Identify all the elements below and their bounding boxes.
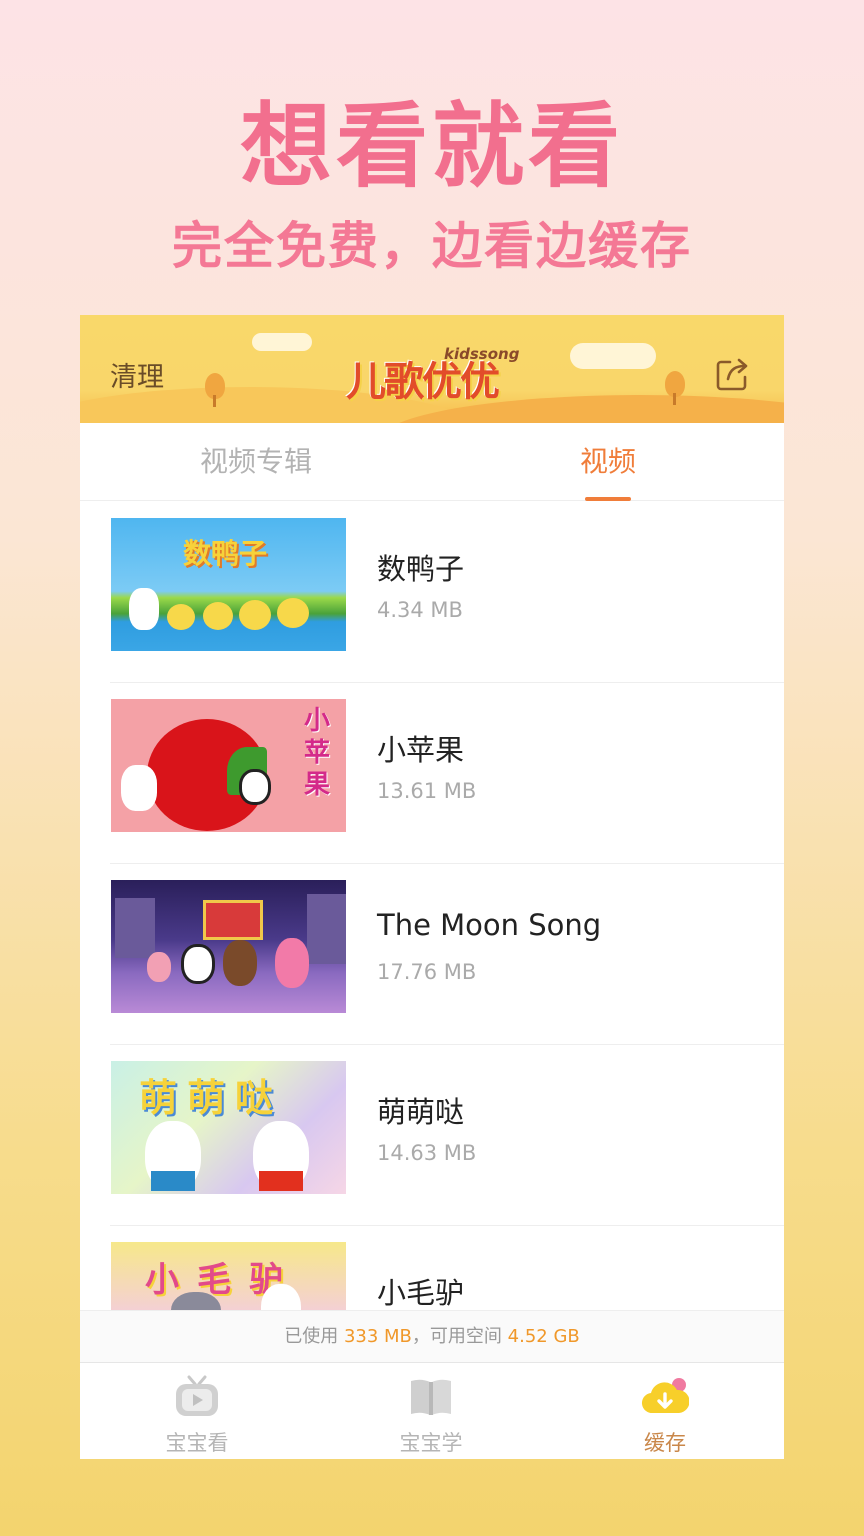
nav-cache[interactable]: 缓存 xyxy=(548,1363,782,1459)
storage-free: 4.52 GB xyxy=(507,1326,580,1347)
girl xyxy=(275,938,309,988)
video-size: 4.34 MB xyxy=(377,598,463,622)
header-tree-left-trunk xyxy=(213,395,216,407)
share-icon[interactable] xyxy=(714,355,752,393)
storage-prefix: 已使用 xyxy=(284,1326,344,1347)
tab-videos[interactable]: 视频 xyxy=(432,423,784,501)
header-cloud-left xyxy=(252,333,312,351)
video-size: 17.76 MB xyxy=(377,960,477,984)
panda xyxy=(181,944,215,984)
rabbit xyxy=(121,765,157,811)
video-title: 数鸭子 xyxy=(377,552,465,586)
list-item[interactable]: 小苹果 小苹果 13.61 MB xyxy=(80,683,784,864)
duck-2 xyxy=(203,602,233,630)
app-screen: 清理 儿歌优优 kidssong 视频专辑 视频 数鸭子 数鸭子 4.34 MB xyxy=(80,315,784,1459)
video-title: 小苹果 xyxy=(377,733,465,767)
nav-label: 宝宝学 xyxy=(399,1431,463,1455)
nav-baby-learn[interactable]: 宝宝学 xyxy=(314,1363,548,1459)
tv-icon xyxy=(176,1375,218,1416)
list-item[interactable]: 数鸭子 数鸭子 4.34 MB xyxy=(80,502,784,683)
video-thumbnail: 萌萌哒 xyxy=(111,1061,346,1194)
header-cloud-right xyxy=(570,343,656,369)
video-thumbnail xyxy=(111,880,346,1013)
rabbit xyxy=(129,588,159,630)
duck-1 xyxy=(167,604,195,630)
rabbit-left-shirt xyxy=(151,1171,195,1191)
panda xyxy=(239,769,271,805)
video-title: The Moon Song xyxy=(377,908,602,942)
stage xyxy=(203,900,263,940)
house-left xyxy=(115,898,155,958)
rabbit-right-dress xyxy=(259,1171,303,1191)
duck-3 xyxy=(239,600,271,630)
video-thumbnail: 小毛驴 xyxy=(111,1242,346,1310)
pig xyxy=(147,952,171,982)
list-item[interactable]: 萌萌哒 萌萌哒 14.63 MB xyxy=(80,1045,784,1226)
tab-active-indicator xyxy=(585,497,631,501)
video-title: 小毛驴 xyxy=(377,1276,465,1310)
promo-subtitle: 完全免费，边看边缓存 xyxy=(172,217,692,275)
video-list[interactable]: 数鸭子 数鸭子 4.34 MB 小苹果 小苹果 13.61 MB The Moo… xyxy=(80,502,784,1310)
download-icon xyxy=(642,1378,689,1414)
nav-label: 缓存 xyxy=(644,1431,686,1455)
list-item[interactable]: 小毛驴 小毛驴 xyxy=(80,1226,784,1310)
bottom-nav: 宝宝看 宝宝学 缓存 xyxy=(80,1362,784,1459)
nav-baby-watch[interactable]: 宝宝看 xyxy=(80,1363,314,1459)
house-right xyxy=(307,894,346,964)
video-thumbnail: 数鸭子 xyxy=(111,518,346,651)
header-tree-right-trunk xyxy=(673,393,676,405)
bear xyxy=(223,940,257,986)
video-size: 14.63 MB xyxy=(377,1141,477,1165)
video-thumbnail: 小苹果 xyxy=(111,699,346,832)
thumbnail-title: 数鸭子 xyxy=(183,537,268,570)
duck-4 xyxy=(277,598,309,628)
video-title: 萌萌哒 xyxy=(377,1095,465,1129)
thumbnail-title: 萌萌哒 xyxy=(139,1076,284,1120)
storage-info: 已使用 333 MB，可用空间 4.52 GB xyxy=(80,1310,784,1362)
clean-button[interactable]: 清理 xyxy=(110,355,164,394)
promo-title: 想看就看 xyxy=(239,93,624,200)
app-logo-sub: kidssong xyxy=(444,345,520,363)
tab-bar: 视频专辑 视频 xyxy=(80,423,784,501)
video-size: 13.61 MB xyxy=(377,779,477,803)
storage-middle: ，可用空间 xyxy=(411,1326,508,1347)
book-icon xyxy=(411,1379,451,1415)
tab-video-albums[interactable]: 视频专辑 xyxy=(80,423,432,501)
storage-used: 333 MB xyxy=(343,1326,412,1347)
app-header: 清理 儿歌优优 kidssong xyxy=(80,315,784,423)
thumbnail-title: 小苹果 xyxy=(304,706,331,800)
list-item[interactable]: The Moon Song 17.76 MB xyxy=(80,864,784,1045)
nav-label: 宝宝看 xyxy=(165,1431,229,1455)
